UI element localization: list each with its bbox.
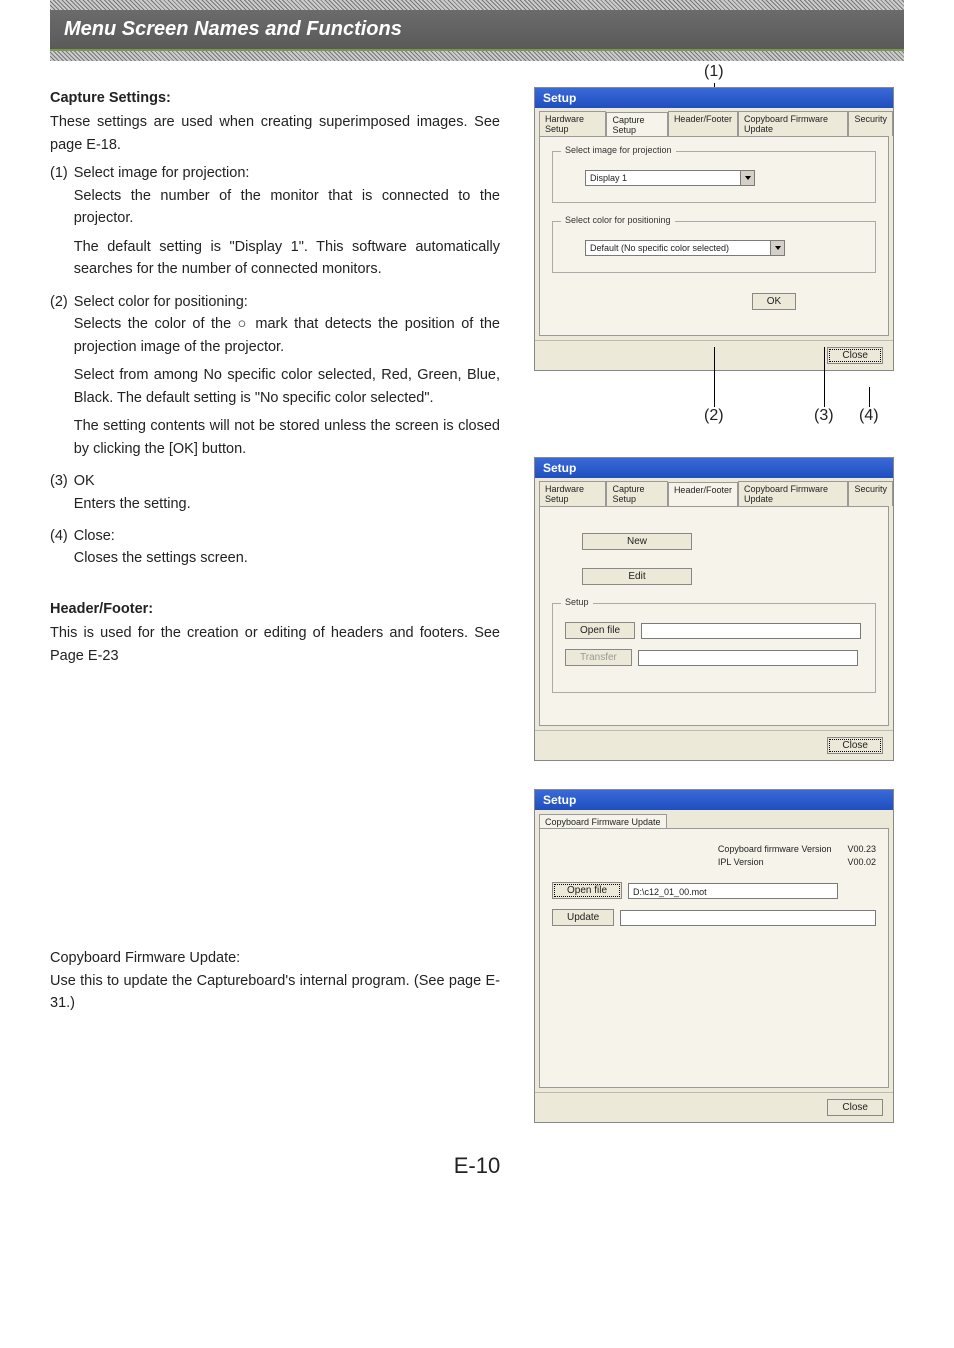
close-button[interactable]: Close [827,737,883,754]
item3-num: (3) [50,470,68,521]
leader-3 [824,347,825,407]
tab-firmware-update[interactable]: Copyboard Firmware Update [539,814,667,829]
item1-body2: The default setting is "Display 1". This… [74,236,500,281]
fw-version-label: Copyboard firmware Version [718,843,832,856]
tab-firmware-update[interactable]: Copyboard Firmware Update [738,481,849,506]
dropdown-color-value: Default (No specific color selected) [586,243,770,253]
ok-button[interactable]: OK [752,293,796,310]
callout-3: (3) [814,407,834,425]
item1-num: (1) [50,162,68,286]
ipl-version-label: IPL Version [718,856,832,869]
tab-hardware-setup[interactable]: Hardware Setup [539,111,606,136]
tab-firmware-update[interactable]: Copyboard Firmware Update [738,111,849,136]
tab-capture-setup[interactable]: Capture Setup [606,481,667,506]
update-button[interactable]: Update [552,909,614,926]
item2-body3: The setting contents will not be stored … [74,415,500,460]
transfer-field[interactable] [638,650,858,666]
item1-title: Select image for projection: [74,165,250,181]
dlg1-title: Setup [535,88,893,108]
tab-capture-setup[interactable]: Capture Setup [606,112,667,137]
item2-num: (2) [50,291,68,466]
callout-4: (4) [859,407,879,425]
fw-version-value: V00.23 [847,843,876,856]
top-border-hatch [50,0,904,10]
hf-body: This is used for the creation or editing… [50,622,500,667]
item3-body1: Enters the setting. [74,493,500,515]
item2-body2: Select from among No specific color sele… [74,364,500,409]
chevron-down-icon[interactable] [770,241,784,255]
dlg3-title: Setup [535,790,893,810]
dropdown-display[interactable]: Display 1 [585,170,755,186]
open-file-field[interactable] [641,623,861,639]
callout-1: (1) [704,63,724,81]
open-file-button[interactable]: Open file [565,622,635,639]
dlg1-tabs: Hardware Setup Capture Setup Header/Foot… [535,108,893,136]
new-button[interactable]: New [582,533,692,550]
leader-2 [714,347,715,407]
close-button[interactable]: Close [827,1099,883,1116]
dlg3-tabs: Copyboard Firmware Update [535,810,893,828]
transfer-button[interactable]: Transfer [565,649,632,666]
edit-button[interactable]: Edit [582,568,692,585]
dropdown-color[interactable]: Default (No specific color selected) [585,240,785,256]
dropdown-display-value: Display 1 [586,173,740,183]
group-image-projection: Select image for projection [561,145,676,155]
setup-dialog-firmware: Setup Copyboard Firmware Update Copyboar… [534,789,894,1123]
page-number: E-10 [50,1153,904,1179]
item4-body1: Closes the settings screen. [74,547,500,569]
callout-2: (2) [704,407,724,425]
page-title: Menu Screen Names and Functions [50,10,904,51]
group-setup: Setup [561,597,593,607]
capture-heading: Capture Settings: [50,87,500,109]
tab-header-footer[interactable]: Header/Footer [668,111,738,136]
item3-title: OK [74,473,95,489]
tab-header-footer[interactable]: Header/Footer [668,482,738,507]
ipl-version-value: V00.02 [847,856,876,869]
close-button[interactable]: Close [827,347,883,364]
setup-dialog-capture: Setup Hardware Setup Capture Setup Heade… [534,87,894,371]
fw-heading: Copyboard Firmware Update: [50,950,240,966]
item4-title: Close: [74,528,115,544]
dlg2-tabs: Hardware Setup Capture Setup Header/Foot… [535,478,893,506]
bottom-border-hatch [50,51,904,61]
group-color-positioning: Select color for positioning [561,215,675,225]
hf-heading: Header/Footer: [50,598,500,620]
setup-dialog-headerfooter: Setup Hardware Setup Capture Setup Heade… [534,457,894,761]
tab-security[interactable]: Security [848,481,893,506]
chevron-down-icon[interactable] [740,171,754,185]
file-path-field[interactable]: D:\c12_01_00.mot [628,883,838,899]
item2-title: Select color for positioning: [74,294,248,310]
update-status-field[interactable] [620,910,876,926]
open-file-button[interactable]: Open file [552,882,622,899]
tab-security[interactable]: Security [848,111,893,136]
capture-intro: These settings are used when creating su… [50,111,500,156]
leader-4 [869,387,870,407]
tab-hardware-setup[interactable]: Hardware Setup [539,481,606,506]
item2-body1: Selects the color of the ○ mark that det… [74,313,500,358]
dlg2-title: Setup [535,458,893,478]
item1-body1: Selects the number of the monitor that i… [74,185,500,230]
fw-body: Use this to update the Captureboard's in… [50,970,500,1015]
item4-num: (4) [50,525,68,576]
